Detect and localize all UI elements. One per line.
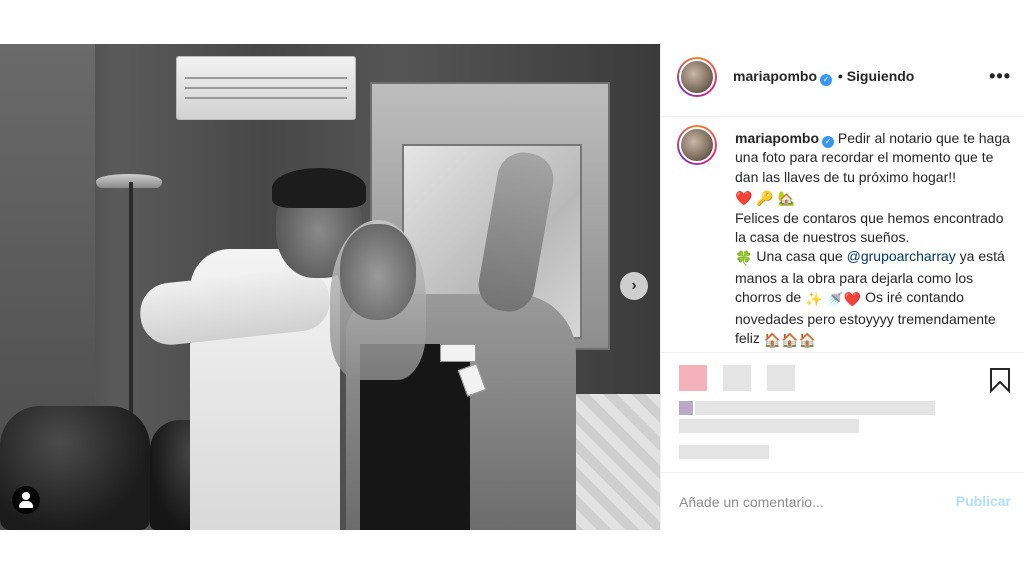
bookmark-icon[interactable] xyxy=(989,367,1011,393)
following-button[interactable]: • Siguiendo xyxy=(838,68,914,84)
username-link[interactable]: mariapombo xyxy=(733,68,817,84)
blurred-action xyxy=(679,365,707,391)
caption-emoji-4: 🏠🏠🏠 xyxy=(763,332,817,349)
comment-input[interactable] xyxy=(679,491,939,513)
caption-text: mariapombo ✓ Pedir al notario que te haga… xyxy=(735,129,1015,350)
blurred-likes xyxy=(679,401,693,415)
caption-part-2: Felices de contaros que hemos encontrado… xyxy=(735,209,1004,246)
tagged-user-icon[interactable] xyxy=(12,486,40,514)
caption-emoji-clover: 🍀 xyxy=(735,250,753,267)
jacket-patch xyxy=(440,344,476,362)
verified-badge-icon: ✓ xyxy=(820,74,833,86)
verified-badge-icon: ✓ xyxy=(822,136,835,148)
woman-face xyxy=(340,224,416,320)
blurred-action xyxy=(723,365,751,391)
caption-emoji-2: ✨ 🚿❤️ xyxy=(805,291,862,308)
caption-username-link[interactable]: mariapombo xyxy=(735,130,819,146)
carousel-next-icon[interactable]: › xyxy=(620,272,648,300)
blurred-likes xyxy=(679,419,859,433)
post-photo[interactable]: › xyxy=(0,44,660,530)
caption-area: mariapombo ✓ Pedir al notario que te haga… xyxy=(661,117,1024,352)
publish-button[interactable]: Publicar xyxy=(956,493,1011,509)
post-header: mariapombo ✓ • Siguiendo ••• xyxy=(661,44,1024,117)
actions-area xyxy=(661,352,1024,472)
air-conditioner xyxy=(176,56,356,120)
instagram-post: › mariapombo ✓ • Siguiendo ••• mariapombo… xyxy=(0,44,1024,530)
caption-avatar[interactable] xyxy=(677,125,717,165)
header-user-line: mariapombo ✓ • Siguiendo xyxy=(733,68,914,86)
mention-link[interactable]: @grupoarcharray xyxy=(847,248,956,264)
comment-area: Publicar xyxy=(661,472,1024,530)
man-hair xyxy=(272,168,366,208)
caption-part-3a: Una casa que xyxy=(756,248,843,265)
blurred-timestamp xyxy=(679,445,769,459)
user-avatar[interactable] xyxy=(677,57,717,97)
blurred-action xyxy=(767,365,795,391)
post-side-panel: mariapombo ✓ • Siguiendo ••• mariapombo ✓ … xyxy=(660,44,1024,530)
more-options-icon[interactable]: ••• xyxy=(989,66,1011,87)
blurred-likes xyxy=(695,401,935,415)
caption-emoji-1: ❤️ 🔑 🏡 xyxy=(735,190,796,207)
